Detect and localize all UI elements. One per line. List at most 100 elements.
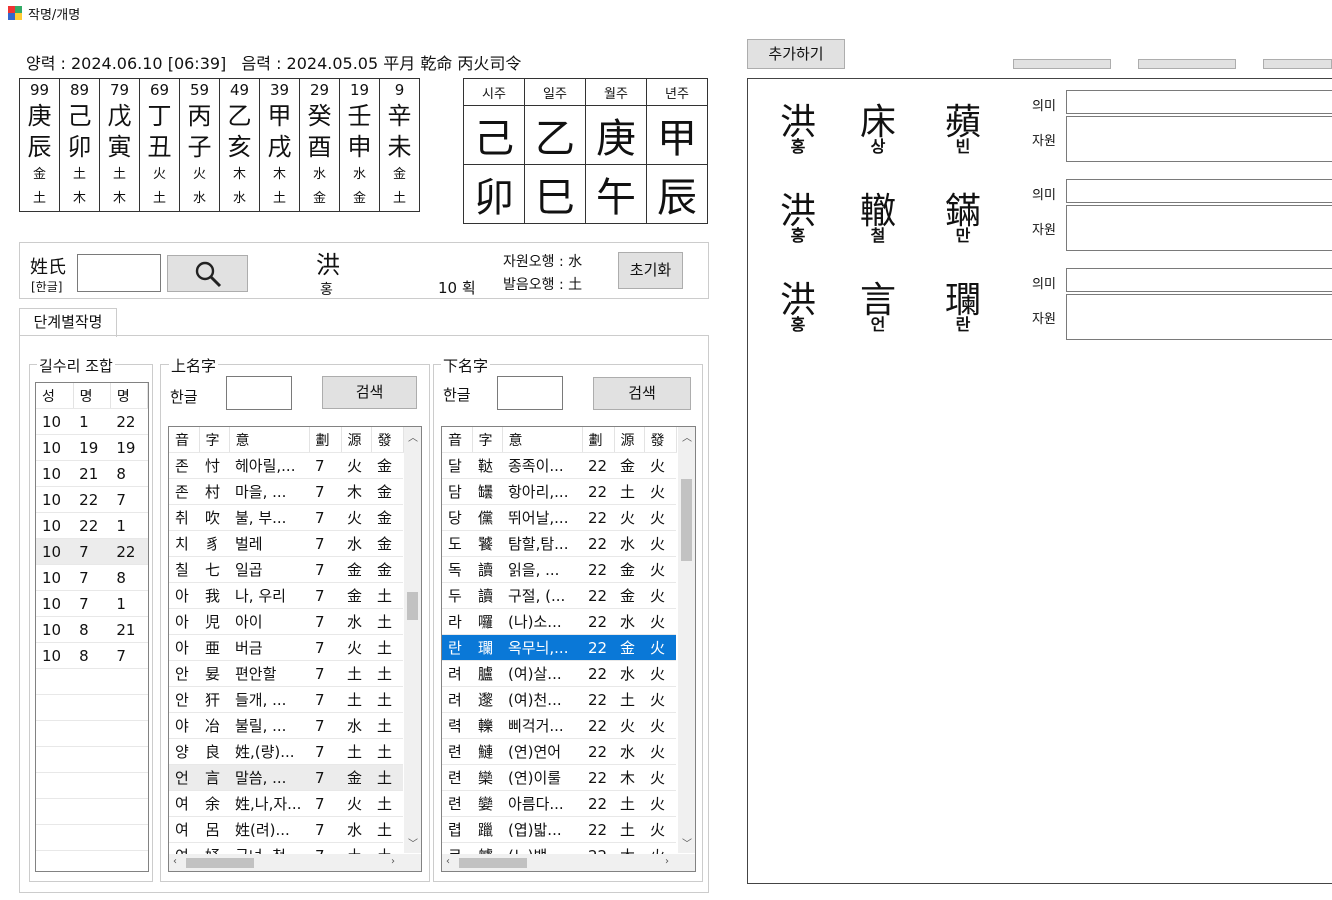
jawon-field[interactable] [1066, 294, 1332, 340]
upper-vscroll[interactable]: ︿ ﹀ [404, 427, 421, 853]
lower-hangul-input[interactable] [497, 376, 563, 410]
table-row[interactable]: 안 妟 편안할 7 土土 [169, 660, 403, 687]
table-row[interactable]: 두 讀 구절, (... 22 金火 [442, 582, 676, 609]
column-header[interactable]: 源 [614, 427, 645, 453]
upper-vscroll-thumb[interactable] [407, 592, 418, 620]
table-row[interactable]: 아 我 나, 우리 7 金土 [169, 582, 403, 609]
lower-vscroll-thumb[interactable] [681, 479, 692, 561]
upper-hscroll-thumb[interactable] [186, 858, 254, 868]
table-row[interactable]: 양 良姓,(량)... 7 土土 [169, 738, 403, 765]
table-row[interactable]: 언 言 말씀, ... 7 金土 [169, 764, 403, 791]
table-row[interactable]: 렵 躐 (엽)밟... 22 土火 [442, 816, 676, 843]
table-row[interactable]: 여 余姓,나,자... 7 火土 [169, 790, 403, 817]
table-cell: 火 [341, 504, 371, 531]
surname-search-button[interactable] [167, 255, 248, 292]
table-row[interactable]: 독 讀 읽을, ... 22 金火 [442, 556, 676, 583]
table-row[interactable]: 달 鞑 종족이... 22 金火 [442, 452, 676, 479]
table-row[interactable]: 치 豸 벌레 7 水金 [169, 530, 403, 557]
upper-name-list[interactable]: 音字意劃源發 존 忖 헤아릴,... 7 火金 존 村 마을, ... 7 木金 취 吹 불, 부... 7… [168, 426, 422, 872]
column-header[interactable]: 劃 [582, 427, 615, 453]
table-row[interactable]: 존 村 마을, ... 7 木金 [169, 478, 403, 505]
table-row[interactable]: 당 儻 뛰어날,... 22 火火 [442, 504, 676, 531]
table-cell: 鞑 [472, 452, 502, 479]
table-cell: 10 [36, 642, 74, 669]
table-row[interactable]: 련 鰱 (연)연어 22 水火 [442, 738, 676, 765]
table-row[interactable]: 10 21 8 [36, 460, 148, 487]
meaning-field[interactable] [1066, 90, 1332, 114]
table-cell: 1 [73, 408, 111, 435]
column-header[interactable]: 源 [341, 427, 372, 453]
saju-gan-cell: 乙 [524, 105, 586, 165]
table-cell: 7 [309, 478, 341, 505]
table-row[interactable]: 안 犴 들개, ... 7 土土 [169, 686, 403, 713]
meaning-field[interactable] [1066, 268, 1332, 292]
gilsu-list[interactable]: 성 명 명 10 1 22 10 19 19 10 21 8 10 22 7 10 22 1 10 7 22 10 7 8 10… [35, 382, 149, 872]
table-row[interactable]: 려 邌 (여)천... 22 土火 [442, 686, 676, 713]
table-row[interactable]: 담 罎 항아리,... 22 土火 [442, 478, 676, 505]
jawon-field[interactable] [1066, 205, 1332, 251]
daewoon-age: 39 [269, 81, 290, 99]
table-row[interactable]: 력 轢 삐걱거... 22 火火 [442, 712, 676, 739]
column-header[interactable]: 音 [442, 427, 473, 453]
lower-search-button[interactable]: 검색 [593, 377, 691, 410]
table-cell: 金 [614, 452, 644, 479]
column-header[interactable]: 意 [229, 427, 310, 453]
upper-search-button[interactable]: 검색 [322, 376, 417, 409]
column-header[interactable]: 명 [73, 383, 111, 409]
tab-step-naming[interactable]: 단계별작명 [19, 308, 117, 337]
table-row[interactable]: 10 8 21 [36, 616, 148, 643]
upper-hscroll[interactable]: ‹ › [169, 854, 421, 871]
table-row[interactable]: 라 囉 (나)소... 22 水火 [442, 608, 676, 635]
daewoon-gan: 戊 [107, 102, 132, 130]
jawon-field[interactable] [1066, 116, 1332, 162]
toolbar-button-2[interactable] [1013, 59, 1111, 69]
table-row[interactable]: 야 冶 불릴, ... 7 水土 [169, 712, 403, 739]
lower-hscroll-thumb[interactable] [459, 858, 527, 868]
column-header[interactable]: 字 [199, 427, 230, 453]
table-row[interactable]: 10 7 1 [36, 590, 148, 617]
table-row[interactable]: 존 忖 헤아릴,... 7 火金 [169, 452, 403, 479]
surname-input[interactable] [77, 254, 161, 292]
table-row[interactable]: 10 7 22 [36, 538, 148, 565]
table-row[interactable]: 려 臚 (여)살... 22 水火 [442, 660, 676, 687]
table-row[interactable]: 여 呂姓(려)... 7 水土 [169, 816, 403, 843]
table-cell: 7 [73, 564, 111, 591]
table-cell: 轢 [472, 712, 502, 739]
table-row[interactable]: 10 19 19 [36, 434, 148, 461]
upper-hangul-input[interactable] [226, 376, 292, 410]
table-cell: 10 [36, 486, 74, 513]
column-header[interactable]: 劃 [309, 427, 342, 453]
table-row[interactable]: 10 7 8 [36, 564, 148, 591]
table-row[interactable]: 취 吹 불, 부... 7 火金 [169, 504, 403, 531]
lower-name-list[interactable]: 音字意劃源發 달 鞑 종족이... 22 金火 담 罎 항아리,... 22 土火 당 儻 뛰어날,...… [441, 426, 696, 872]
table-row[interactable]: 칠 七 일곱 7 金金 [169, 556, 403, 583]
column-header[interactable]: 명 [110, 383, 148, 409]
lower-hscroll[interactable]: ‹ › [442, 854, 695, 871]
column-header[interactable]: 意 [502, 427, 583, 453]
table-row[interactable]: 련 欒 (연)이룰 22 木火 [442, 764, 676, 791]
table-row[interactable]: 아 児 아이 7 水土 [169, 608, 403, 635]
lower-vscroll[interactable]: ︿ ﹀ [678, 427, 695, 853]
table-row[interactable]: 란 瓓 옥무늬,... 22 金火 [442, 634, 676, 661]
table-row[interactable]: 아 亜 버금 7 火土 [169, 634, 403, 661]
surname-hanja: 洪 [316, 251, 340, 279]
table-row[interactable]: 10 22 7 [36, 486, 148, 513]
reset-button[interactable]: 초기화 [618, 252, 683, 289]
add-button[interactable]: 추가하기 [747, 39, 845, 69]
column-header[interactable]: 發 [371, 427, 404, 453]
meaning-field[interactable] [1066, 179, 1332, 203]
table-cell: 水 [341, 608, 371, 635]
toolbar-button-3[interactable] [1138, 59, 1236, 69]
table-row[interactable]: 도 饕 탐할,탐... 22 水火 [442, 530, 676, 557]
column-header[interactable]: 성 [36, 383, 74, 409]
column-header[interactable]: 發 [644, 427, 677, 453]
table-row[interactable]: 10 1 22 [36, 408, 148, 435]
table-row[interactable]: 10 8 7 [36, 642, 148, 669]
column-header[interactable]: 字 [472, 427, 503, 453]
table-row[interactable]: 련 孌 아름다... 22 土火 [442, 790, 676, 817]
column-header[interactable]: 音 [169, 427, 200, 453]
table-row[interactable]: 10 22 1 [36, 512, 148, 539]
toolbar-button-4[interactable] [1263, 59, 1332, 69]
table-cell: 말씀, ... [229, 764, 309, 791]
result-hangul: 상 [870, 137, 886, 156]
